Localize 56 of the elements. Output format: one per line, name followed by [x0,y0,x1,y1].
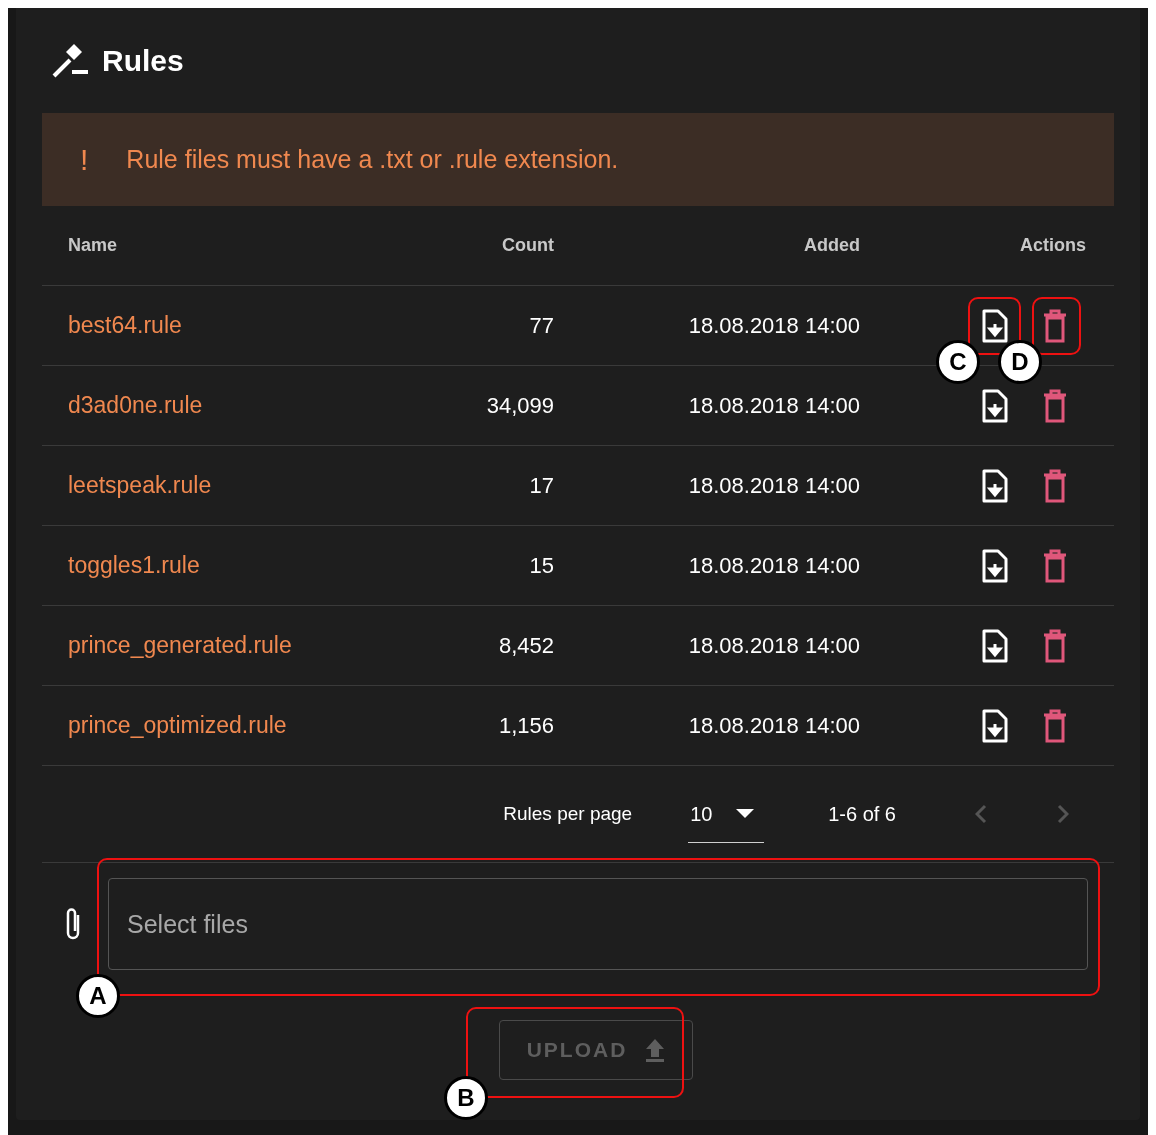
added-date: 18.08.2018 14:00 [688,632,860,660]
rule-count: 77 [529,312,554,340]
download-button[interactable] [981,308,1009,343]
rule-name[interactable]: prince_optimized.rule [68,708,404,743]
dropdown-caret-icon [736,809,755,818]
download-button[interactable] [981,548,1009,583]
download-button[interactable] [981,388,1009,423]
added-date: 18.08.2018 14:00 [688,712,860,740]
file-download-icon [981,308,1009,343]
trash-icon [1043,388,1067,423]
delete-button[interactable] [1043,548,1067,583]
rule-count: 17 [529,472,554,500]
page-range: 1-6 of 6 [828,802,896,827]
trash-icon [1043,308,1067,343]
download-button[interactable] [981,628,1009,663]
delete-button[interactable] [1043,628,1067,663]
trash-icon [1043,628,1067,663]
rules-per-page-label: Rules per page [503,801,633,826]
trash-icon [1043,468,1067,503]
trash-icon [1043,548,1067,583]
rule-name[interactable]: d3ad0ne.rule [68,388,404,423]
added-date: 18.08.2018 14:00 [688,552,860,580]
rule-name[interactable]: toggles1.rule [68,548,404,583]
alert-message: Rule files must have a .txt or .rule extension. [126,143,619,175]
page-title: Rules [102,42,184,79]
file-download-icon [981,708,1009,743]
delete-button[interactable] [1043,308,1067,343]
file-download-icon [981,468,1009,503]
column-header: Actions [1020,234,1086,257]
column-header: Name [68,234,119,257]
added-date: 18.08.2018 14:00 [688,392,860,420]
column-header: Added [804,234,860,257]
delete-button[interactable] [1043,708,1067,743]
added-date: 18.08.2018 14:00 [688,472,860,500]
rule-name[interactable]: leetspeak.rule [68,468,404,503]
rule-name[interactable]: best64.rule [68,308,404,343]
file-select-field[interactable]: Select files [108,878,1088,970]
rule-count: 15 [529,552,554,580]
added-date: 18.08.2018 14:00 [688,312,860,340]
rule-count: 8,452 [498,632,554,660]
column-header: Count [502,234,554,257]
upload-icon [645,1038,666,1062]
delete-button[interactable] [1043,468,1067,503]
gavel-icon [52,42,90,78]
warning-icon: ! [80,137,89,182]
download-button[interactable] [981,708,1009,743]
rule-count: 34,099 [486,392,554,420]
rule-name[interactable]: prince_generated.rule [68,628,404,663]
file-download-icon [981,548,1009,583]
delete-button[interactable] [1043,388,1067,423]
download-button[interactable] [981,468,1009,503]
file-download-icon [981,388,1009,423]
trash-icon [1043,708,1067,743]
rule-count: 1,156 [498,712,554,740]
file-download-icon [981,628,1009,663]
per-page-select[interactable]: 10 [688,785,765,843]
